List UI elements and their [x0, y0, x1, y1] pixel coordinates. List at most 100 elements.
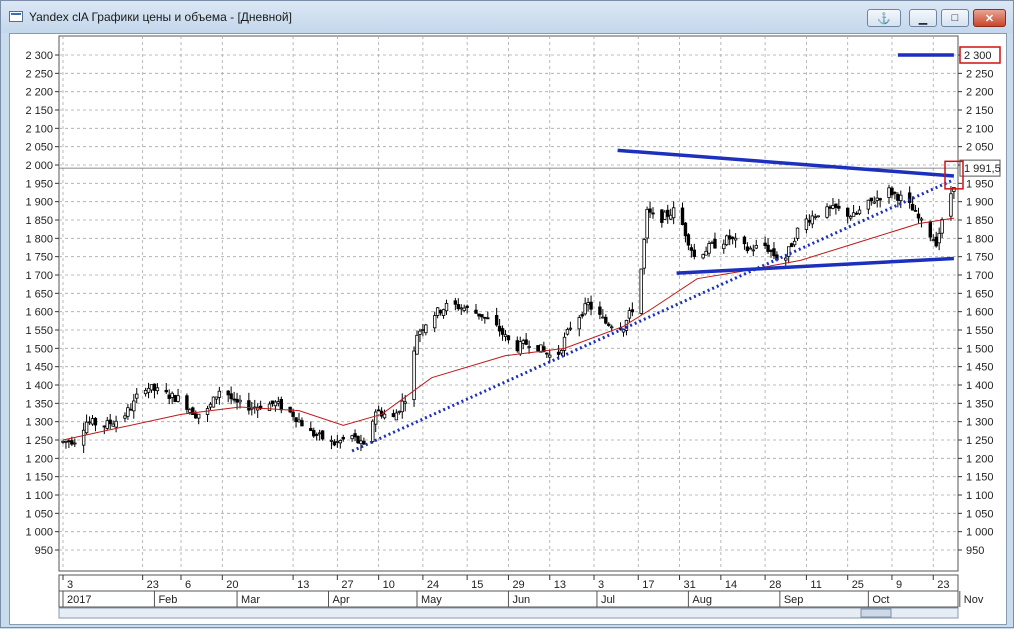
candle-body — [341, 437, 345, 440]
candle-body — [350, 435, 354, 440]
candle-body — [338, 440, 342, 444]
candle-body — [314, 434, 319, 436]
candle-body — [792, 240, 797, 246]
candle-body — [432, 315, 437, 329]
candle-body — [81, 429, 86, 446]
candle-body — [648, 208, 652, 213]
x-day-label: 3 — [598, 579, 604, 591]
y-tick-label-left: 1 000 — [25, 527, 53, 539]
candle-body — [403, 401, 407, 404]
candle-body — [813, 216, 817, 219]
candle-body — [279, 398, 283, 411]
candle-body — [317, 432, 322, 435]
candle-body — [913, 210, 918, 212]
candle-body — [825, 206, 829, 218]
x-month-label: Apr — [333, 594, 350, 606]
candle-body — [93, 417, 98, 426]
candle-body — [872, 201, 876, 204]
candle-body — [87, 421, 92, 424]
candle-body — [733, 237, 738, 241]
candle-body — [610, 326, 614, 329]
x-month-label: May — [421, 594, 442, 606]
candle-body — [730, 236, 735, 239]
candle-body — [875, 197, 879, 201]
candle-body — [362, 440, 366, 445]
candle-body — [837, 205, 841, 209]
candle-body — [831, 204, 835, 209]
x-day-label: 31 — [684, 579, 696, 591]
candle-body — [866, 199, 871, 210]
candle-body — [683, 222, 688, 237]
candle-body — [851, 212, 856, 217]
candle-body — [453, 300, 458, 305]
x-day-label: 14 — [725, 579, 737, 591]
x-day-label: 6 — [185, 579, 191, 591]
candle-body — [763, 242, 767, 247]
x-day-label: 3 — [67, 579, 73, 591]
y-tick-label-right: 1 200 — [966, 453, 994, 465]
candle-body — [568, 327, 573, 330]
candle-body — [748, 247, 753, 250]
x-month-label: Feb — [158, 594, 177, 606]
y-tick-label-right: 1 300 — [966, 417, 994, 429]
candle-body — [857, 209, 862, 215]
candle-body — [751, 249, 755, 252]
candle-body — [627, 310, 632, 319]
candle-body — [834, 203, 838, 208]
candle-body — [270, 400, 275, 405]
candle-body — [795, 227, 800, 239]
price-chart[interactable]: 2 300 2 300 2 250 2 250 2 200 2 200 2 150 2 150… — [1, 1, 1014, 629]
candle-body — [70, 440, 74, 445]
y-tick-label-right: 1 350 — [966, 398, 994, 410]
candle-body — [394, 412, 399, 421]
candle-body — [789, 243, 794, 248]
candle-body — [456, 304, 460, 310]
y-tick-label-left: 1 500 — [25, 343, 53, 355]
candle-body — [194, 413, 198, 419]
candle-body — [309, 427, 313, 432]
candle-body — [887, 187, 891, 198]
candle-body — [919, 218, 924, 221]
candle-body — [102, 425, 106, 428]
y-tick-label-right: 1 850 — [966, 215, 994, 227]
scrollbar-thumb[interactable] — [860, 608, 892, 618]
candle-body — [518, 341, 522, 355]
candle-body — [556, 351, 561, 355]
price-readout-label: 1 991,5 — [964, 163, 1001, 175]
y-tick-label-left: 1 850 — [25, 215, 53, 227]
candle-body — [728, 235, 732, 240]
candle-body — [787, 246, 791, 257]
candle-body — [335, 440, 340, 443]
candle-body — [247, 400, 251, 411]
y-tick-label-left: 1 200 — [25, 453, 53, 465]
candle-body — [869, 197, 873, 202]
candle-body — [807, 220, 812, 223]
x-day-label: 9 — [896, 579, 902, 591]
candle-body — [896, 193, 900, 201]
y-tick-label-right: 1 450 — [966, 362, 994, 374]
candle-body — [604, 316, 608, 324]
candle-body — [191, 407, 195, 415]
x-month-label: Jun — [512, 594, 530, 606]
candle-body — [84, 421, 89, 434]
candle-body — [722, 243, 726, 250]
horizontal-scrollbar[interactable] — [58, 607, 959, 619]
candle-body — [878, 198, 882, 201]
y-tick-label-left: 1 300 — [25, 417, 53, 429]
y-tick-label-left: 950 — [35, 545, 53, 557]
candle-body — [742, 236, 747, 245]
candle-body — [477, 313, 481, 317]
candle-body — [804, 218, 809, 230]
x-day-label: 27 — [341, 579, 353, 591]
candle-body — [73, 442, 77, 445]
candle-body — [229, 393, 233, 400]
candle-body — [893, 191, 897, 194]
candle-body — [376, 409, 381, 412]
y-tick-label-right: 950 — [966, 545, 984, 557]
y-tick-label-left: 2 300 — [25, 50, 53, 62]
candle-body — [899, 194, 903, 201]
candle-body — [931, 239, 935, 242]
candle-body — [598, 306, 602, 315]
candle-body — [713, 238, 717, 249]
candle-body — [397, 410, 401, 413]
